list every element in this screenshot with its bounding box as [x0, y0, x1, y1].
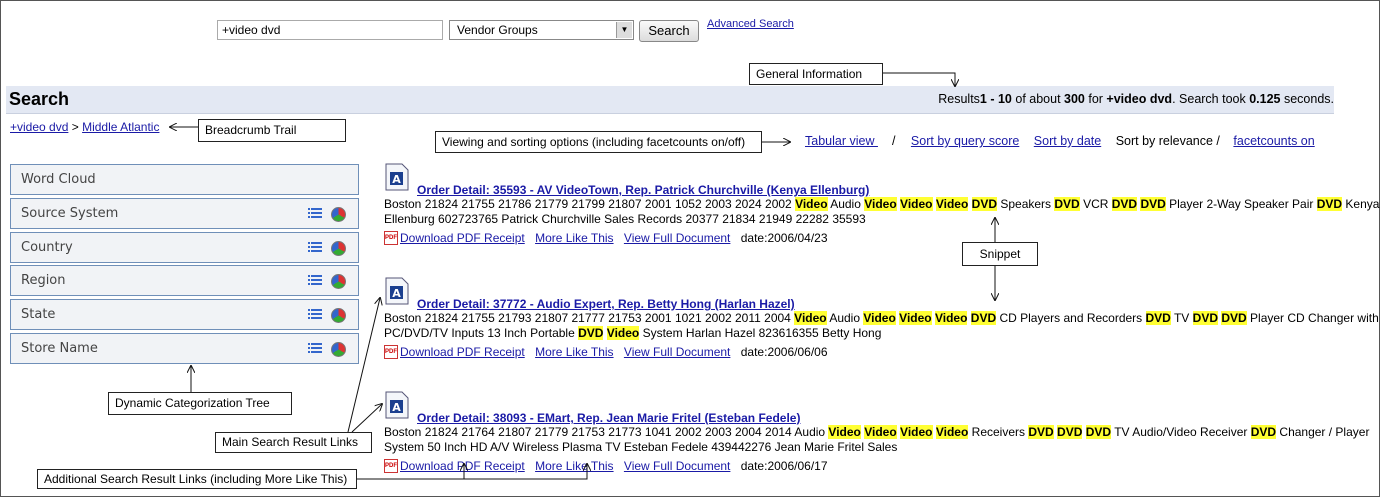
arrow-general-info [883, 72, 955, 86]
arrow-main-link-1 [347, 298, 380, 433]
annotation-arrows [0, 72, 1380, 480]
arrow-additional-1 [357, 464, 464, 480]
arrow-main-link-2 [351, 404, 382, 433]
arrow-additional-2 [464, 464, 587, 480]
